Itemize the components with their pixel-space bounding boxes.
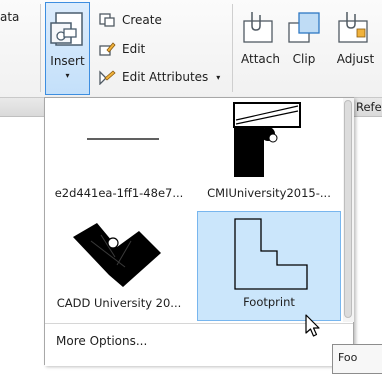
create-label: Create bbox=[122, 13, 162, 27]
more-options-label: More Options... bbox=[56, 334, 148, 348]
mouse-cursor-icon bbox=[305, 314, 320, 337]
reference-panel-label: Refe bbox=[356, 100, 382, 114]
adjust-label[interactable]: Adjust bbox=[333, 52, 378, 66]
block-preview-thumbnail bbox=[73, 223, 161, 287]
edit-block-icon bbox=[99, 42, 116, 56]
adjust-icon[interactable] bbox=[336, 9, 370, 45]
ribbon-divider bbox=[40, 4, 41, 92]
edit-attributes-label: Edit Attributes bbox=[122, 70, 209, 84]
gallery-item-label: CMIUniversity2015-... bbox=[207, 186, 331, 200]
gallery-item-block-3[interactable]: CADD University 20... bbox=[47, 211, 191, 321]
gallery-item-block-2[interactable]: CMIUniversity2015-... bbox=[197, 101, 341, 211]
attach-icon[interactable] bbox=[241, 9, 275, 45]
create-block-button[interactable]: Create bbox=[98, 10, 162, 30]
attach-label[interactable]: Attach bbox=[241, 52, 280, 66]
gallery-item-label: CADD University 20... bbox=[56, 296, 182, 310]
gallery-item-label: Footprint bbox=[243, 295, 295, 309]
chevron-down-icon: ▾ bbox=[65, 71, 70, 80]
insert-block-icon bbox=[50, 12, 83, 46]
ribbon-divider bbox=[232, 4, 233, 92]
block-preview-thumbnail bbox=[234, 218, 308, 290]
gallery-scrollbar[interactable] bbox=[343, 98, 354, 322]
edit-block-button[interactable]: Edit bbox=[98, 39, 145, 59]
insert-block-button[interactable]: Insert ▾ bbox=[45, 2, 90, 95]
clip-icon[interactable] bbox=[287, 9, 321, 45]
insert-label: Insert bbox=[50, 54, 85, 68]
gallery-item-block-1[interactable]: e2d441ea-1ff1-48e7... bbox=[47, 101, 191, 211]
clip-label[interactable]: Clip bbox=[287, 52, 321, 66]
edit-attributes-button[interactable]: Edit Attributes ▾ bbox=[98, 67, 220, 87]
block-preview-thumbnail bbox=[87, 138, 159, 140]
chevron-down-icon: ▾ bbox=[216, 72, 221, 82]
tooltip-text: Foo bbox=[338, 351, 358, 364]
gallery-item-block-4[interactable]: Footprint bbox=[197, 211, 341, 321]
edit-label: Edit bbox=[122, 42, 146, 56]
edit-attributes-icon bbox=[99, 70, 116, 85]
scrollbar-thumb[interactable] bbox=[344, 100, 352, 318]
data-tab-fragment: ata bbox=[0, 10, 20, 24]
block-preview-thumbnail bbox=[233, 102, 301, 177]
gallery-item-label: e2d441ea-1ff1-48e7... bbox=[54, 186, 184, 200]
create-block-icon bbox=[99, 13, 115, 27]
tooltip: Foo bbox=[332, 344, 382, 374]
